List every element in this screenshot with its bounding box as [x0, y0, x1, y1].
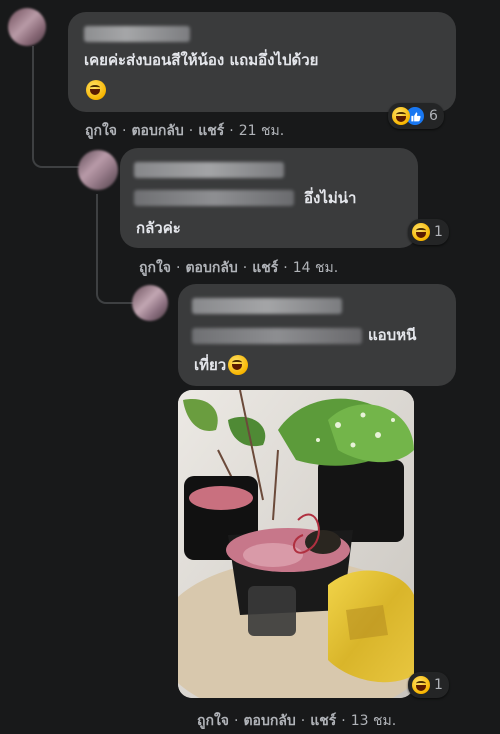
share-link[interactable]: แชร์	[198, 123, 224, 139]
separator: ·	[283, 260, 288, 276]
comment-actions: ถูกใจ · ตอบกลับ · แชร์ · 14 ชม.	[139, 257, 338, 279]
timestamp[interactable]: 14 ชม.	[293, 260, 338, 276]
reaction-summary[interactable]: 1	[408, 672, 449, 698]
separator: ·	[300, 713, 306, 729]
haha-emoji-icon	[86, 80, 106, 104]
separator: ·	[341, 713, 346, 729]
reaction-count: 1	[434, 677, 443, 693]
like-link[interactable]: ถูกใจ	[85, 123, 117, 139]
separator: ·	[188, 123, 194, 139]
comment-text: กลัวค่ะ	[136, 219, 181, 237]
photo-attachment[interactable]	[178, 390, 414, 698]
separator: ·	[176, 260, 181, 276]
separator: ·	[234, 713, 239, 729]
share-link[interactable]: แชร์	[310, 713, 336, 729]
blurred-author-name[interactable]	[192, 298, 342, 314]
reaction-count: 6	[429, 108, 438, 124]
haha-emoji-icon	[392, 107, 410, 125]
timestamp[interactable]: 13 ชม.	[351, 713, 396, 729]
timestamp[interactable]: 21 ชม.	[239, 123, 284, 139]
reaction-summary[interactable]: 1	[408, 219, 449, 245]
comment-bubble: แอบหนี เที่ยว	[178, 284, 456, 386]
potted-plants-photo	[178, 390, 414, 698]
reaction-summary[interactable]: 6	[388, 103, 444, 129]
comment-text: เที่ยว	[194, 356, 227, 374]
blurred-author-name[interactable]	[134, 162, 284, 178]
blurred-text	[192, 328, 362, 344]
avatar[interactable]	[8, 8, 46, 46]
avatar[interactable]	[78, 150, 118, 190]
haha-emoji-icon	[412, 676, 430, 694]
comment-text: แอบหนี	[368, 326, 417, 344]
comment-bubble: เคยค่ะส่งบอนสีให้น้อง แถมอึ่งไปด้วย	[68, 12, 456, 112]
reply-link[interactable]: ตอบกลับ	[185, 260, 237, 276]
reaction-count: 1	[434, 224, 443, 240]
comment-bubble: อึ่งไม่น่า กลัวค่ะ	[120, 148, 418, 248]
comment-line: เที่ยว	[194, 352, 249, 378]
like-link[interactable]: ถูกใจ	[139, 260, 171, 276]
separator: ·	[242, 260, 248, 276]
separator: ·	[229, 123, 234, 139]
blurred-author-name[interactable]	[84, 26, 190, 42]
reply-link[interactable]: ตอบกลับ	[243, 713, 295, 729]
haha-emoji-icon	[412, 223, 430, 241]
comment-actions: ถูกใจ · ตอบกลับ · แชร์ · 21 ชม.	[85, 120, 284, 142]
haha-emoji-icon	[228, 355, 249, 375]
reply-link[interactable]: ตอบกลับ	[131, 123, 183, 139]
separator: ·	[122, 123, 127, 139]
blurred-text	[134, 190, 294, 206]
like-link[interactable]: ถูกใจ	[197, 713, 229, 729]
avatar[interactable]	[132, 285, 168, 321]
share-link[interactable]: แชร์	[252, 260, 278, 276]
comment-text: เคยค่ะส่งบอนสีให้น้อง แถมอึ่งไปด้วย	[84, 51, 319, 69]
comment-text: อึ่งไม่น่า	[304, 189, 357, 207]
comment-actions: ถูกใจ · ตอบกลับ · แชร์ · 13 ชม.	[197, 710, 396, 732]
